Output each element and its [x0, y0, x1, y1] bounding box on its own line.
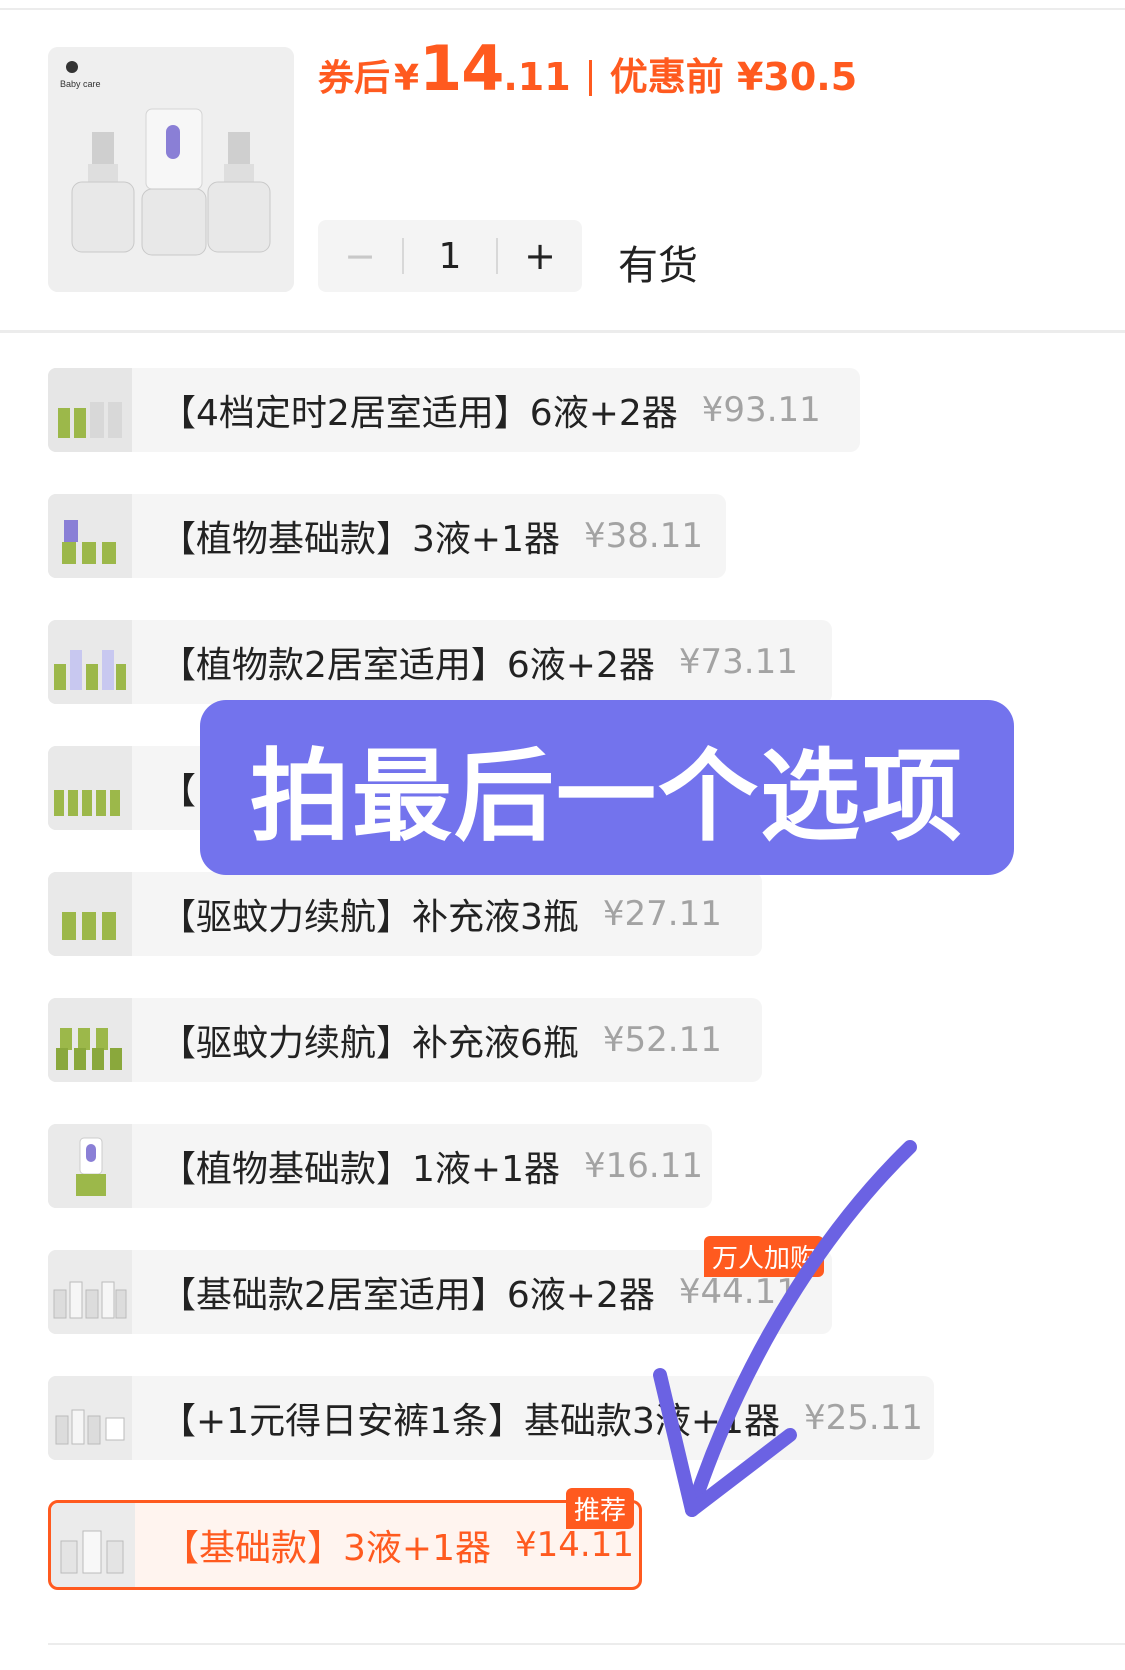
option-price: ¥38.11 [583, 516, 703, 556]
product-image: Baby care [48, 47, 294, 292]
annotation-banner: 拍最后一个选项 [200, 700, 1014, 875]
sku-option-selected[interactable]: 【基础款】3液+1器 ¥14.11 [48, 1500, 642, 1590]
original-price: ¥30.5 [736, 55, 858, 99]
stock-status: 有货 [618, 243, 698, 289]
option-thumbnail [48, 620, 132, 704]
price-line: 券后 ¥ 14 .11 优惠前 ¥30.5 [318, 32, 857, 112]
option-label: 【驱蚊力续航】补充液6瓶 [160, 1023, 579, 1064]
option-thumbnail [48, 872, 132, 956]
currency-symbol: ¥ [394, 58, 420, 99]
top-divider [0, 8, 1125, 10]
sku-option[interactable]: 【植物款2居室适用】6液+2器 ¥73.11 [48, 620, 832, 704]
option-label: 【基础款】3液+1器 [163, 1528, 491, 1569]
option-thumbnail [48, 1250, 132, 1334]
header-divider [0, 330, 1125, 333]
price-integer: 14 [419, 32, 504, 105]
option-price: ¥52.11 [602, 1020, 722, 1060]
coupon-label: 券后 [318, 58, 391, 99]
increase-button[interactable]: + [498, 220, 582, 292]
sku-option[interactable]: 【驱蚊力续航】补充液6瓶 ¥52.11 [48, 998, 762, 1082]
quantity-stepper: − 1 + [318, 220, 582, 292]
option-label: 【植物款2居室适用】6液+2器 [160, 645, 655, 686]
original-price-label: 优惠前 ¥30.5 [609, 55, 858, 99]
price-separator [588, 60, 592, 96]
option-label: 【驱蚊力续航】补充液3瓶 [160, 897, 579, 938]
option-price: ¥93.11 [701, 390, 821, 430]
option-price: ¥14.11 [514, 1525, 634, 1565]
decrease-button[interactable]: − [318, 220, 402, 292]
price-decimal: .11 [503, 55, 571, 99]
option-thumbnail [48, 998, 132, 1082]
option-thumbnail [51, 1503, 135, 1587]
bottom-divider [48, 1643, 1125, 1645]
option-label: 【基础款2居室适用】6液+2器 [160, 1275, 655, 1316]
sku-option[interactable]: 【植物基础款】3液+1器 ¥38.11 [48, 494, 726, 578]
option-price: ¥27.11 [602, 894, 722, 934]
option-label: 【4档定时2居室适用】6液+2器 [160, 393, 678, 434]
annotation-arrow [653, 1140, 917, 1517]
option-thumbnail [48, 746, 132, 830]
option-label: 【植物基础款】1液+1器 [160, 1149, 560, 1190]
sku-option[interactable]: 【驱蚊力续航】补充液3瓶 ¥27.11 [48, 872, 762, 956]
annotation-text: 拍最后一个选项 [250, 738, 964, 855]
option-thumbnail [48, 494, 132, 578]
option-label: 【植物基础款】3液+1器 [160, 519, 560, 560]
svg-text:Baby care: Baby care [60, 79, 101, 89]
option-thumbnail [48, 368, 132, 452]
sku-option[interactable]: 【4档定时2居室适用】6液+2器 ¥93.11 [48, 368, 860, 452]
recommended-badge: 推荐 [566, 1488, 635, 1529]
option-label: 【 [160, 771, 197, 812]
option-thumbnail [48, 1124, 132, 1208]
option-price: ¥73.11 [678, 642, 798, 682]
option-thumbnail [48, 1376, 132, 1460]
quantity-input[interactable]: 1 [404, 236, 496, 277]
sku-option[interactable]: 【植物基础款】1液+1器 ¥16.11 [48, 1124, 712, 1208]
